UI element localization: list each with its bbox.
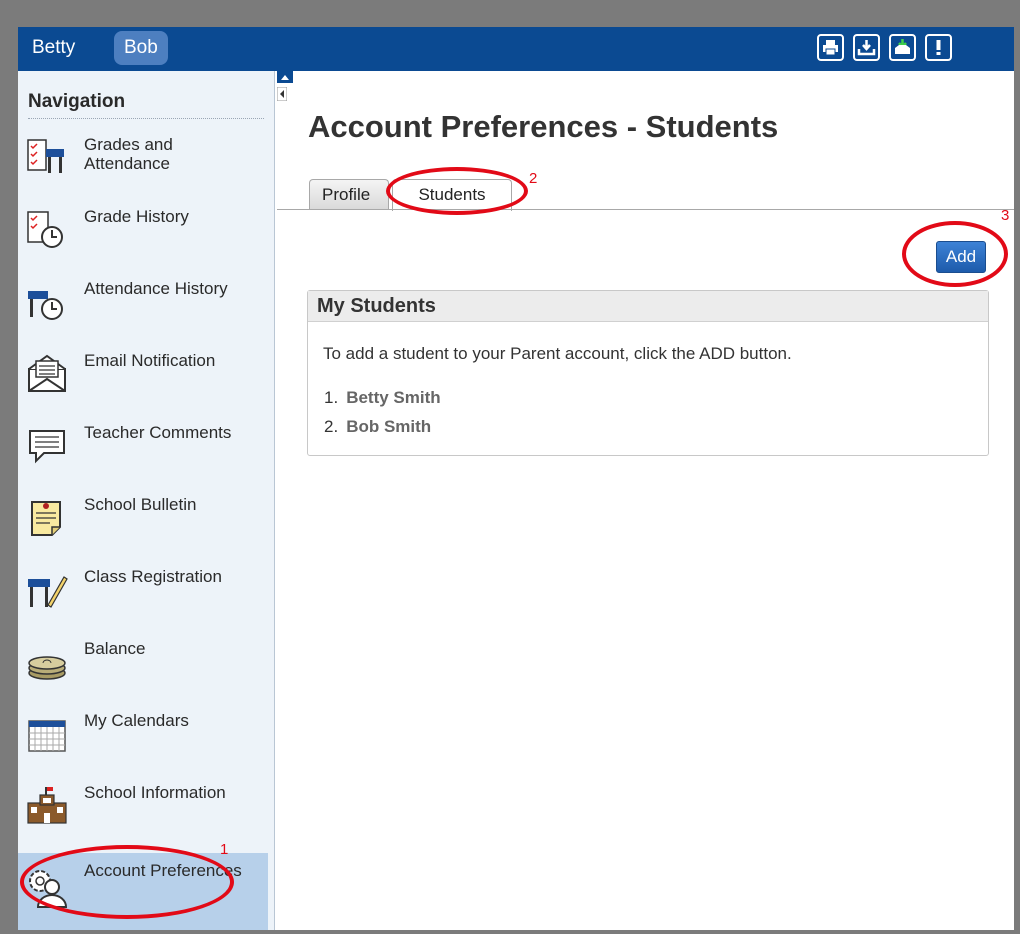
annotation-number-2: 2 [529, 170, 538, 187]
sidebar-item-school-information[interactable]: School Information [18, 777, 268, 849]
list-item-number: 1. [324, 388, 339, 407]
collapse-left-icon[interactable] [277, 87, 287, 101]
grades-attendance-icon [27, 139, 64, 173]
sidebar-item-my-calendars[interactable]: My Calendars [18, 705, 268, 777]
student-tab-bob[interactable]: Bob [114, 31, 168, 65]
sidebar-item-label: Balance [84, 639, 146, 658]
sidebar-item-label: Attendance History [84, 279, 228, 298]
attendance-history-icon [28, 291, 63, 320]
annotation-oval-3 [902, 221, 1008, 287]
list-item-number: 2. [324, 417, 339, 436]
sidebar-item-label: School Information [84, 783, 226, 802]
sidebar-item-label: Grades and Attendance [84, 135, 173, 173]
student-name[interactable]: Bob Smith [346, 417, 431, 436]
collapse-up-icon[interactable] [277, 71, 293, 83]
tab-divider [277, 209, 1014, 210]
sidebar-item-label: Grade History [84, 207, 189, 226]
page-title: Account Preferences - Students [308, 109, 779, 144]
sidebar-item-attendance-history[interactable]: Attendance History [18, 273, 268, 345]
alert-button[interactable] [925, 34, 952, 61]
alert-icon [936, 40, 941, 55]
school-icon [27, 787, 67, 824]
sidebar-item-grades-attendance[interactable]: Grades and Attendance [18, 129, 268, 201]
download-button[interactable] [853, 34, 880, 61]
nav-divider [28, 118, 264, 119]
top-bar: Betty Bob [18, 27, 1014, 71]
sidebar-item-grade-history[interactable]: Grade History [18, 201, 268, 273]
sidebar-item-label: Email Notification [84, 351, 216, 370]
printer-icon [823, 40, 838, 56]
annotation-oval-1 [20, 845, 234, 919]
annotation-number-1: 1 [220, 841, 229, 858]
sidebar-item-label: My Calendars [84, 711, 189, 730]
sidebar-item-label: Class Registration [84, 567, 222, 586]
sidebar-item-class-registration[interactable]: Class Registration [18, 561, 268, 633]
sidebar: Navigation Grades and Attendance Grade H… [18, 71, 275, 930]
download-icon [857, 40, 876, 56]
annotation-oval-2 [386, 167, 528, 215]
student-tab-betty[interactable]: Betty [22, 31, 85, 65]
student-name[interactable]: Betty Smith [346, 388, 440, 407]
list-item: 1. Betty Smith [324, 388, 441, 408]
annotation-number-3: 3 [1001, 207, 1010, 224]
email-icon [28, 354, 66, 392]
download-green-button[interactable] [889, 34, 916, 61]
coins-icon [28, 656, 66, 680]
sidebar-item-label: School Bulletin [84, 495, 197, 514]
sidebar-item-school-bulletin[interactable]: School Bulletin [18, 489, 268, 561]
sidebar-item-teacher-comments[interactable]: Teacher Comments [18, 417, 268, 489]
comment-icon [29, 430, 65, 464]
registration-icon [28, 576, 68, 608]
list-item: 2. Bob Smith [324, 417, 431, 437]
tab-profile[interactable]: Profile [309, 179, 389, 209]
sidebar-item-label: Teacher Comments [84, 423, 232, 442]
sidebar-item-email-notification[interactable]: Email Notification [18, 345, 268, 417]
browser-frame: Betty Bob Navigation Grades and Attendan… [18, 27, 1014, 930]
download-green-icon [895, 39, 910, 54]
bulletin-icon [31, 501, 61, 536]
calendar-icon [28, 720, 66, 752]
sidebar-item-balance[interactable]: Balance [18, 633, 268, 705]
grade-history-icon [27, 211, 63, 248]
panel-instructions: To add a student to your Parent account,… [323, 344, 792, 363]
panel-title: My Students [308, 291, 988, 322]
print-button[interactable] [817, 34, 844, 61]
my-students-panel: My Students To add a student to your Par… [307, 290, 989, 456]
nav-title: Navigation [28, 91, 126, 112]
